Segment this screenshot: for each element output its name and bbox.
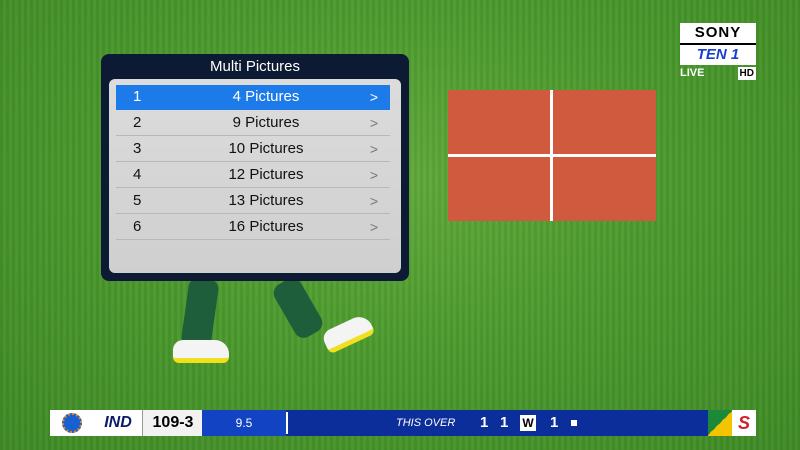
channel-logo: SONY TEN 1 LIVE HD xyxy=(680,23,756,81)
player-left-leg xyxy=(180,276,220,350)
menu-item-label: 9 Pictures xyxy=(232,114,300,131)
menu-item-13-pictures[interactable]: 5 13 Pictures > xyxy=(116,189,390,214)
menu-item-4-pictures[interactable]: 1 4 Pictures > xyxy=(116,85,390,110)
south-africa-logo-icon xyxy=(708,410,732,436)
multi-pictures-menu: Multi Pictures 1 4 Pictures > 2 9 Pictur… xyxy=(101,54,409,281)
channel-status: LIVE HD xyxy=(680,67,756,81)
channel-name: TEN 1 xyxy=(680,43,756,65)
chevron-right-icon: > xyxy=(369,115,378,131)
menu-title: Multi Pictures xyxy=(209,58,301,75)
team-badge xyxy=(50,410,94,436)
menu-item-number: 4 xyxy=(133,166,142,183)
player-right-leg xyxy=(270,274,326,342)
this-over-label: THIS OVER xyxy=(396,417,456,429)
ball-result: 1 xyxy=(500,414,509,431)
chevron-right-icon: > xyxy=(369,141,378,157)
ball-result-wicket: W xyxy=(520,415,536,431)
menu-item-label: 13 Pictures xyxy=(228,192,304,209)
menu-item-label: 12 Pictures xyxy=(228,166,304,183)
player-left-shoe xyxy=(173,340,229,363)
hd-badge: HD xyxy=(737,67,756,80)
channel-brand: SONY xyxy=(680,23,756,43)
player-legs xyxy=(165,274,385,368)
chevron-right-icon: > xyxy=(369,89,378,105)
s-logo-icon: S xyxy=(732,410,756,436)
preview-horizontal-divider xyxy=(448,154,656,157)
chevron-right-icon: > xyxy=(369,167,378,183)
score-bar: IND 109-3 9.5 THIS OVER 1 1 W 1 S xyxy=(50,410,756,436)
menu-item-number: 2 xyxy=(133,114,142,131)
menu-item-label: 16 Pictures xyxy=(228,218,304,235)
chevron-right-icon: > xyxy=(369,219,378,235)
layout-preview xyxy=(448,90,656,221)
menu-item-label: 4 Pictures xyxy=(232,88,300,105)
player-right-shoe xyxy=(320,312,376,355)
menu-item-9-pictures[interactable]: 2 9 Pictures > xyxy=(116,111,390,136)
menu-item-number: 3 xyxy=(133,140,142,157)
menu-item-number: 5 xyxy=(133,192,142,209)
menu-item-number: 1 xyxy=(133,88,142,105)
bcci-logo-icon xyxy=(62,413,82,433)
overs-count: 9.5 xyxy=(202,410,286,436)
menu-item-10-pictures[interactable]: 3 10 Pictures > xyxy=(116,137,390,162)
scorebar-divider xyxy=(286,412,288,434)
menu-item-label: 10 Pictures xyxy=(228,140,304,157)
ball-result: 1 xyxy=(480,414,489,431)
menu-item-16-pictures[interactable]: 6 16 Pictures > xyxy=(116,215,390,240)
menu-item-12-pictures[interactable]: 4 12 Pictures > xyxy=(116,163,390,188)
ball-result: 1 xyxy=(550,414,559,431)
team-name: IND xyxy=(94,410,142,436)
chevron-right-icon: > xyxy=(369,193,378,209)
current-ball-marker xyxy=(571,420,577,426)
live-indicator: LIVE xyxy=(680,67,705,79)
team-score: 109-3 xyxy=(142,410,203,436)
menu-item-number: 6 xyxy=(133,218,142,235)
menu-list: 1 4 Pictures > 2 9 Pictures > 3 10 Pictu… xyxy=(109,79,401,273)
